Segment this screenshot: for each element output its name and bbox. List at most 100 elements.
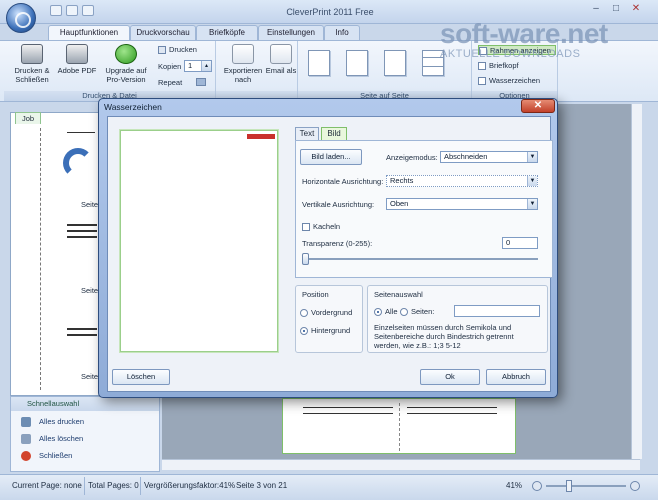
pages-input[interactable] (454, 305, 540, 317)
email-button[interactable]: Email als (264, 44, 298, 75)
thumb-line (67, 224, 97, 226)
print-all-item[interactable]: Alles drucken (21, 415, 84, 429)
pages-custom-label: Seiten: (411, 307, 435, 316)
customize-icon[interactable] (82, 5, 94, 16)
watermark-button[interactable]: Wasserzeichen (478, 76, 540, 86)
tab-job[interactable]: Job (15, 112, 41, 124)
pages-all-radio[interactable]: Alle (374, 307, 398, 317)
radio-icon[interactable] (300, 309, 308, 318)
h-align-select[interactable]: Rechts ▼ (386, 175, 538, 187)
adobe-pdf-button[interactable]: Adobe PDF (56, 44, 98, 75)
transparency-input[interactable]: 0 (502, 237, 538, 249)
display-mode-select[interactable]: Abschneiden ▼ (440, 151, 538, 163)
preview-page[interactable] (282, 398, 516, 454)
h-align-label: Horizontale Ausrichtung: (302, 177, 384, 186)
tab-bild[interactable]: Bild (321, 127, 347, 140)
quick-select-header[interactable]: Schnellauswahl (11, 397, 159, 411)
thumb-line (67, 236, 97, 238)
layout-1-icon[interactable] (308, 50, 330, 76)
spinner-icon[interactable]: ▴ (201, 61, 211, 71)
close-label: Schließen (39, 451, 73, 460)
zoom-slider-thumb[interactable] (566, 480, 572, 492)
pos-front-radio[interactable]: Vordergrund (300, 308, 352, 318)
pdf-printer-icon (66, 44, 88, 64)
horizontal-scrollbar[interactable] (162, 459, 640, 470)
tiles-checkbox[interactable]: Kacheln (302, 222, 341, 232)
transparency-slider[interactable] (302, 258, 538, 260)
vertical-scrollbar[interactable] (631, 104, 642, 459)
page-of-status: Seite 3 von 21 (236, 481, 288, 490)
email-label: Email als (265, 66, 297, 75)
chevron-down-icon[interactable]: ▼ (527, 176, 537, 186)
transparency-slider-thumb[interactable] (302, 253, 309, 265)
load-image-button[interactable]: Bild laden... (300, 149, 362, 165)
watermark-icon (478, 77, 486, 86)
pages-hint: Einzelseiten müssen durch Semikola und S… (374, 323, 514, 350)
maximize-button[interactable]: □ (608, 3, 624, 17)
chevron-down-icon[interactable]: ▼ (527, 199, 537, 209)
thumb-page-label-1: Seite (81, 200, 99, 209)
tab-text[interactable]: Text (295, 127, 319, 140)
copies-spinner[interactable]: 1 ▴ (184, 60, 212, 72)
pages-custom-radio[interactable]: Seiten: (400, 307, 435, 317)
upgrade-label: Upgrade auf Pro-Version (105, 66, 147, 84)
ok-button[interactable]: Ok (420, 369, 480, 385)
page-line (407, 407, 497, 408)
delete-all-icon (21, 434, 31, 445)
preview-watermark-image (247, 134, 275, 139)
zoom-slider[interactable] (546, 485, 626, 487)
position-title: Position (302, 290, 329, 299)
pos-back-radio[interactable]: Hintergrund (300, 326, 350, 336)
close-button[interactable]: ✕ (628, 3, 644, 17)
brand-name: soft-ware.net (440, 18, 608, 49)
zoom-value: 41% (506, 481, 523, 490)
page-divider (399, 403, 400, 451)
delete-all-item[interactable]: Alles löschen (21, 432, 83, 446)
thumbnail-strip[interactable]: Seite Seite Seite (40, 128, 100, 390)
upgrade-button[interactable]: Upgrade auf Pro-Version (100, 44, 152, 84)
tiles-check-icon[interactable] (302, 223, 310, 232)
delete-all-label: Alles löschen (39, 434, 84, 443)
tab-briefkoepfe[interactable]: Briefköpfe (196, 25, 258, 40)
zoom-out-icon[interactable] (532, 481, 542, 491)
layout-4-icon[interactable] (384, 50, 406, 76)
save-icon[interactable] (50, 5, 62, 16)
upgrade-icon (115, 44, 137, 64)
print-close-button[interactable]: Drucken & Schließen (10, 44, 54, 84)
print-icon[interactable] (66, 5, 78, 16)
print-all-icon (21, 417, 31, 428)
repeat-icon[interactable] (196, 78, 206, 86)
tab-hauptfunktionen[interactable]: Hauptfunktionen (48, 25, 130, 41)
pages-all-label: Alle (385, 307, 398, 316)
watermark-label: Wasserzeichen (489, 76, 540, 85)
print-close-label: Drucken & Schließen (14, 66, 50, 84)
radio-icon[interactable] (374, 308, 382, 317)
total-pages-status: Total Pages: 0 (88, 481, 139, 490)
quick-select-panel: Schnellauswahl Alles drucken Alles lösch… (10, 396, 160, 472)
print-all-label: Alles drucken (39, 417, 85, 426)
delete-button[interactable]: Löschen (112, 369, 170, 385)
print-small-button[interactable]: Drucken (158, 45, 197, 55)
thumb-graphic (63, 148, 93, 178)
v-align-select[interactable]: Oben ▼ (386, 198, 538, 210)
tab-info[interactable]: Info (324, 25, 360, 40)
layout-2-icon[interactable] (346, 50, 368, 76)
tiles-label: Kacheln (313, 222, 341, 231)
v-align-label: Vertikale Ausrichtung: (302, 200, 375, 209)
dialog-close-button[interactable]: ✕ (521, 99, 555, 113)
chevron-down-icon[interactable]: ▼ (527, 152, 537, 162)
radio-icon[interactable] (400, 308, 408, 317)
export-button[interactable]: Exportieren nach (222, 44, 264, 84)
print-small-icon (158, 46, 166, 55)
radio-icon[interactable] (300, 327, 308, 336)
app-menu-orb[interactable] (6, 3, 36, 33)
tab-einstellungen[interactable]: Einstellungen (258, 25, 324, 40)
transparency-label: Transparenz (0-255): (302, 239, 373, 248)
thumb-line (67, 328, 97, 330)
cancel-button[interactable]: Abbruch (486, 369, 546, 385)
tab-druckvorschau[interactable]: Druckvorschau (130, 25, 196, 40)
close-item[interactable]: Schließen (21, 449, 72, 463)
zoom-in-icon[interactable] (630, 481, 640, 491)
copies-label: Kopien (158, 62, 182, 71)
minimize-button[interactable]: – (588, 3, 604, 17)
